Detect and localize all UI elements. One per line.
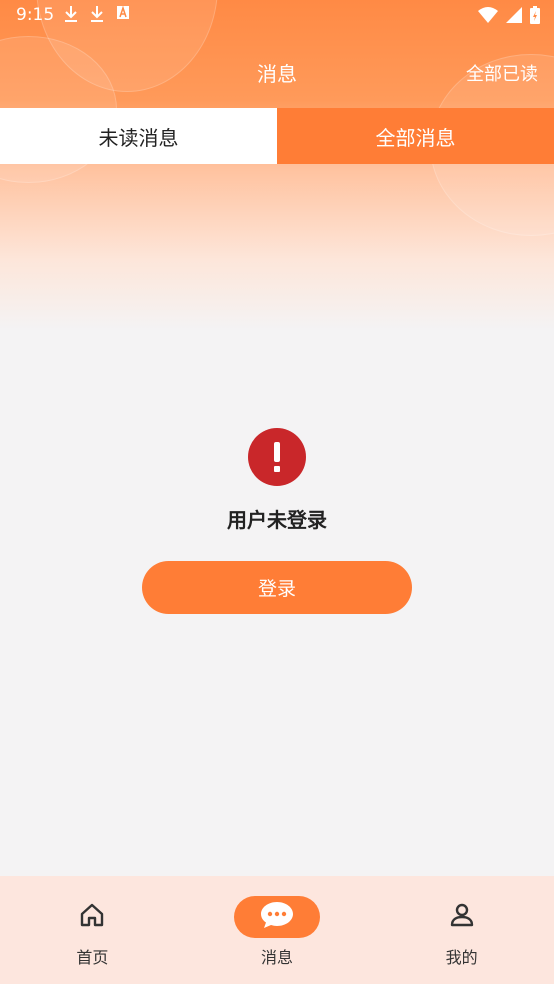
not-logged-in-message: 用户未登录 <box>227 508 327 532</box>
tab-all[interactable]: 全部消息 <box>277 108 554 164</box>
download-icon <box>90 5 104 28</box>
nav-label-profile: 我的 <box>445 948 478 967</box>
nav-label-messages: 消息 <box>261 948 294 967</box>
message-tabs: 未读消息 全部消息 <box>0 108 554 164</box>
mark-all-read-button[interactable]: 全部已读 <box>466 60 538 86</box>
nav-item-home[interactable]: 首页 <box>0 876 185 984</box>
signal-icon <box>506 7 522 28</box>
login-button[interactable]: 登录 <box>142 561 412 614</box>
battery-icon <box>530 6 540 29</box>
font-icon <box>116 5 130 28</box>
alert-icon <box>248 428 306 486</box>
status-time: 9:15 <box>16 5 55 25</box>
status-bar: 9:15 <box>0 0 554 30</box>
nav-item-profile[interactable]: 我的 <box>369 876 554 984</box>
wifi-icon <box>478 7 498 28</box>
download-icon <box>64 5 78 28</box>
person-icon <box>449 902 475 932</box>
bottom-nav: 首页 消息 我的 <box>0 876 554 984</box>
title-bar: 消息 全部已读 <box>0 44 554 100</box>
tab-unread[interactable]: 未读消息 <box>0 108 277 164</box>
chat-icon <box>260 900 294 934</box>
nav-label-home: 首页 <box>76 948 109 967</box>
nav-item-messages[interactable]: 消息 <box>185 876 370 984</box>
home-icon <box>79 902 105 932</box>
